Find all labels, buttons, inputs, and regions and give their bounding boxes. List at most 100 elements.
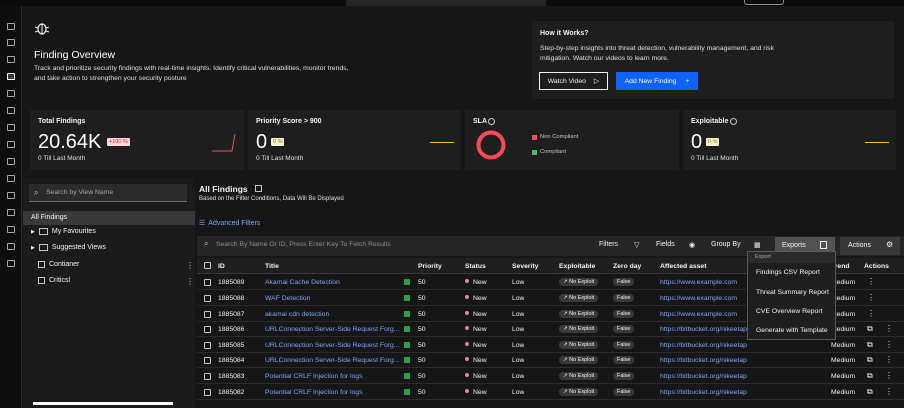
- row-title-link[interactable]: URLConnection Server-Side Request Forg..…: [265, 326, 400, 333]
- table-row[interactable]: 1885084 URLConnection Server-Side Reques…: [197, 353, 904, 368]
- assets-icon[interactable]: [7, 56, 15, 63]
- overflow-menu-icon[interactable]: ⋮: [186, 261, 194, 270]
- group-icon[interactable]: ▦: [754, 241, 761, 249]
- export-cve-overview[interactable]: CVE Overview Report: [756, 308, 822, 315]
- overflow-menu-icon[interactable]: ⋮: [186, 277, 194, 286]
- row-checkbox[interactable]: [204, 357, 211, 364]
- row-title-link[interactable]: URLConnection Server-Side Request Forg..…: [265, 342, 400, 349]
- export-generate-template[interactable]: Generate with Template: [756, 327, 828, 334]
- col-affected-asset[interactable]: Affected asset: [660, 263, 706, 270]
- row-asset-link[interactable]: https://bitbucket.org/nikeetapatil/dvja: [660, 373, 747, 380]
- watch-video-button[interactable]: Watch Video ▷: [539, 72, 608, 90]
- col-title[interactable]: Title: [265, 263, 279, 270]
- export-threat-summary[interactable]: Threat Summary Report: [756, 289, 829, 296]
- col-status[interactable]: Status: [465, 263, 486, 270]
- col-id[interactable]: ID: [218, 263, 225, 270]
- row-checkbox[interactable]: [204, 342, 211, 349]
- home-icon[interactable]: [7, 23, 15, 30]
- row-checkbox[interactable]: [204, 326, 211, 333]
- integrations-icon[interactable]: [7, 141, 15, 148]
- row-asset-link[interactable]: https://www.example.com: [660, 295, 747, 302]
- plus-icon: +: [685, 77, 690, 85]
- view-search-input[interactable]: ⌕ Search by View Name: [29, 184, 187, 202]
- table-row[interactable]: 1885085 URLConnection Server-Side Reques…: [197, 338, 904, 353]
- row-asset-link[interactable]: https://bitbucket.org/nikeetapatil/dvja: [660, 326, 747, 333]
- row-title-link[interactable]: WAF Detection: [265, 295, 410, 302]
- findings-icon[interactable]: [7, 73, 15, 80]
- row-title-link[interactable]: Akamai Cache Detection: [265, 279, 410, 286]
- compliance-icon[interactable]: [7, 192, 15, 199]
- reports-icon[interactable]: [7, 158, 15, 165]
- table-row[interactable]: 1885083 Potential CRLF Injection for log…: [197, 369, 904, 384]
- refresh-icon[interactable]: [254, 185, 262, 192]
- view-item-contianer[interactable]: Contianer: [38, 261, 79, 268]
- fields-button[interactable]: Fields: [656, 241, 675, 248]
- suggested-views-folder[interactable]: ▶ Suggested Views: [31, 244, 106, 251]
- col-severity[interactable]: Severity: [512, 263, 538, 270]
- global-search-input[interactable]: [346, 0, 546, 6]
- filters-button[interactable]: Filters: [599, 241, 618, 248]
- row-title-link[interactable]: Potential CRLF Injection for logs: [265, 373, 405, 380]
- row-asset-link[interactable]: https://www.example.com: [660, 311, 747, 318]
- view-item-criticsl[interactable]: Criticsl: [38, 277, 70, 284]
- row-asset-link[interactable]: https://www.example.com: [660, 279, 747, 286]
- policy-icon[interactable]: [7, 175, 15, 182]
- row-asset-link[interactable]: https://bitbucket.org/nikeetapatil/dvja: [660, 389, 747, 396]
- row-checkbox[interactable]: [204, 373, 211, 380]
- view-item-label: Contianer: [49, 261, 80, 268]
- copy-icon[interactable]: ⧉: [867, 340, 873, 350]
- overflow-menu-icon[interactable]: ⋮: [885, 340, 893, 349]
- row-id: 1885082: [218, 389, 245, 396]
- overflow-menu-icon[interactable]: ⋮: [867, 309, 875, 318]
- overflow-menu-icon[interactable]: ⋮: [885, 324, 893, 333]
- eye-icon[interactable]: ◉: [689, 241, 695, 249]
- row-asset-link[interactable]: https://bitbucket.org/nikeetapatil/dvja: [660, 342, 747, 349]
- team-icon[interactable]: [7, 243, 15, 250]
- top-action-button[interactable]: [744, 0, 784, 5]
- row-title-link[interactable]: Potential CRLF Injection for logs: [265, 389, 405, 396]
- row-title-link[interactable]: URLConnection Server-Side Request Forg..…: [265, 357, 400, 364]
- col-actions[interactable]: Actions: [864, 263, 889, 270]
- group-by-button[interactable]: Group By: [711, 241, 741, 248]
- table-row[interactable]: 1885082 Potential CRLF Injection for log…: [197, 385, 904, 400]
- row-title-link[interactable]: akamai cdn detection: [265, 311, 410, 318]
- row-checkbox[interactable]: [204, 389, 211, 396]
- row-checkbox[interactable]: [204, 279, 211, 286]
- overflow-menu-icon[interactable]: ⋮: [867, 277, 875, 286]
- copy-icon[interactable]: ⧉: [867, 324, 873, 334]
- sidebar-scrollbar[interactable]: [33, 402, 173, 405]
- pdf-icon[interactable]: [7, 209, 15, 216]
- advanced-filters-link[interactable]: ☰ Advanced Filters: [199, 219, 260, 227]
- select-all-checkbox[interactable]: [204, 262, 211, 269]
- row-zero-label: False: [613, 372, 635, 380]
- col-priority[interactable]: Priority: [418, 263, 442, 270]
- info-icon[interactable]: [488, 118, 495, 125]
- settings-icon[interactable]: [7, 260, 15, 267]
- users-icon[interactable]: [7, 226, 15, 233]
- copy-icon[interactable]: ⧉: [867, 355, 873, 365]
- overflow-menu-icon[interactable]: ⋮: [885, 355, 893, 364]
- col-exploitable[interactable]: Exploitable: [559, 263, 595, 270]
- info-icon[interactable]: [730, 118, 737, 125]
- row-priority: 50: [418, 295, 426, 302]
- network-icon[interactable]: [7, 124, 15, 131]
- database-icon[interactable]: [7, 107, 15, 114]
- overflow-menu-icon[interactable]: ⋮: [885, 371, 893, 380]
- row-checkbox[interactable]: [204, 295, 211, 302]
- shield-icon[interactable]: [7, 90, 15, 97]
- overflow-menu-icon[interactable]: ⋮: [867, 293, 875, 302]
- funnel-icon[interactable]: ▽: [634, 241, 639, 249]
- actions-button[interactable]: Actions ⚙: [840, 237, 900, 255]
- copy-icon[interactable]: ⧉: [867, 387, 873, 397]
- all-findings-view[interactable]: All Findings: [23, 211, 195, 225]
- add-new-finding-button[interactable]: Add New Finding +: [616, 72, 698, 90]
- my-favourites-folder[interactable]: ▶ My Favourites: [31, 228, 96, 235]
- row-asset-link[interactable]: https://bitbucket.org/nikeetapatil/dvja: [660, 357, 747, 364]
- export-findings-csv[interactable]: Findings CSV Report: [756, 269, 820, 276]
- findings-search-input[interactable]: Search By Name Or ID, Press Enter Key To…: [216, 241, 576, 248]
- col-zero-day[interactable]: Zero day: [613, 263, 641, 270]
- row-checkbox[interactable]: [204, 311, 211, 318]
- copy-icon[interactable]: ⧉: [867, 371, 873, 381]
- dashboard-icon[interactable]: [7, 39, 15, 46]
- overflow-menu-icon[interactable]: ⋮: [885, 387, 893, 396]
